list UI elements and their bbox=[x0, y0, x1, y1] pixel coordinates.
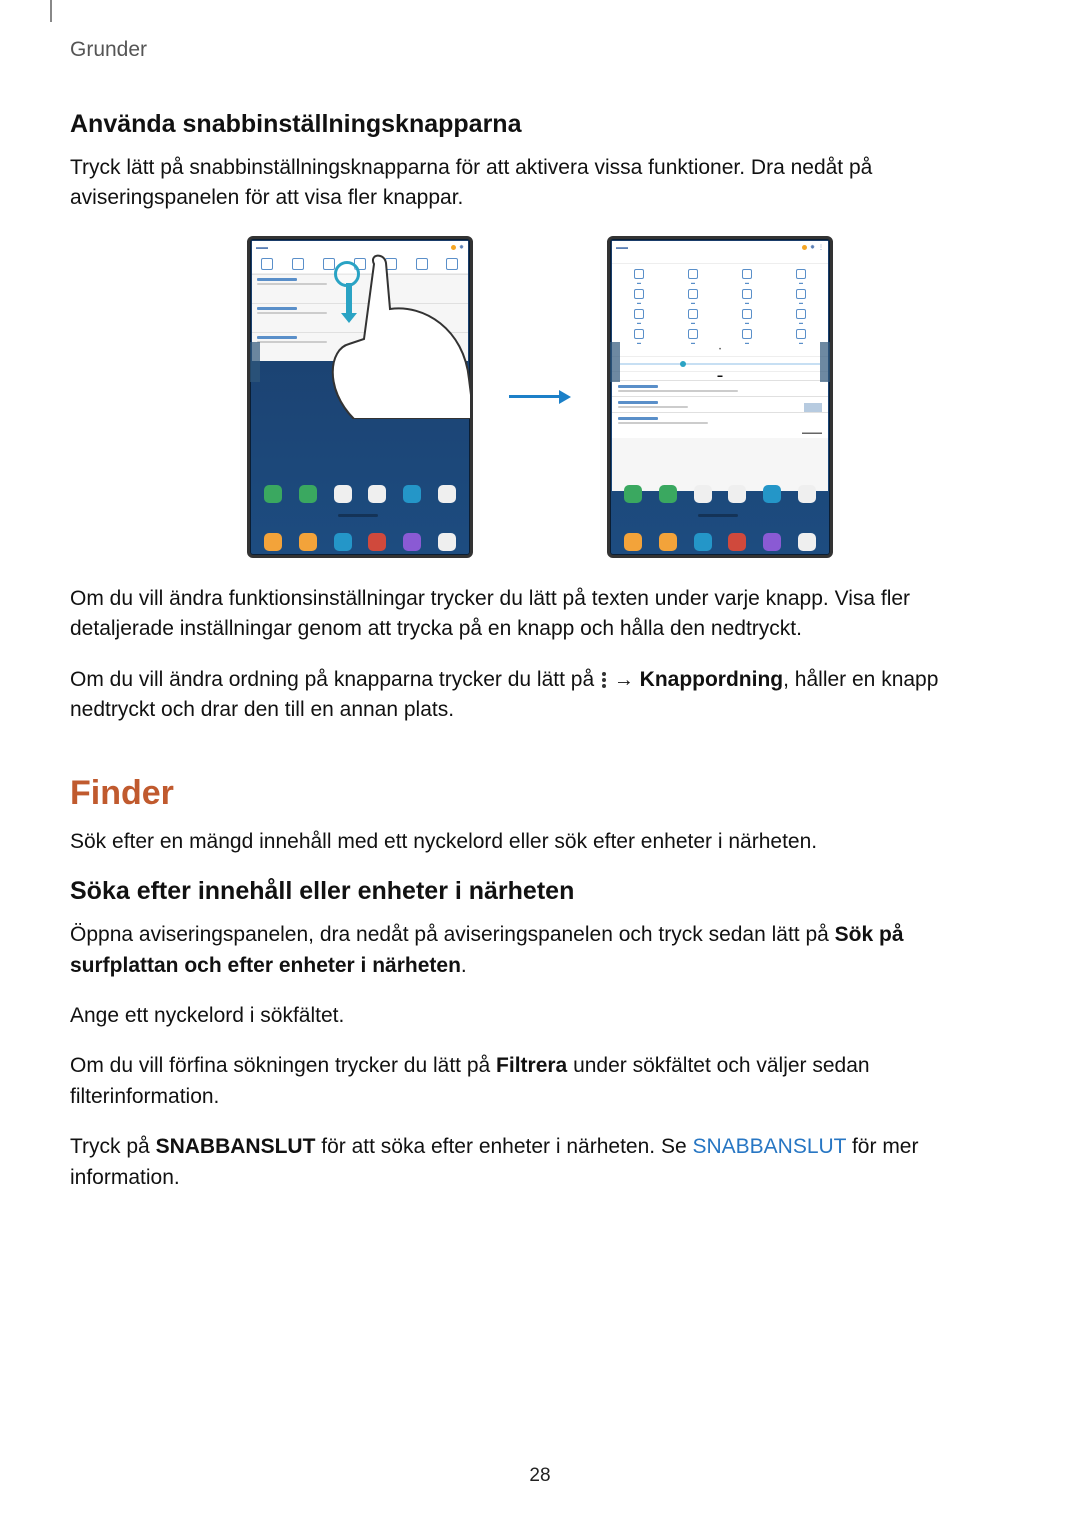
section2-paragraph2: Ange ett nyckelord i sökfältet. bbox=[70, 1001, 1010, 1031]
arrow-inline-icon: → bbox=[614, 666, 634, 695]
more-options-icon bbox=[602, 672, 606, 688]
section2-heading: Söka efter innehåll eller enheter i närh… bbox=[70, 877, 1010, 906]
text-run: för att söka efter enheter i närheten. S… bbox=[315, 1135, 692, 1158]
chapter-header: Grunder bbox=[70, 38, 1010, 62]
figure-row: ▬▬ ✸ bbox=[70, 236, 1010, 558]
section1-paragraph2: Om du vill ändra funktionsinställningar … bbox=[70, 584, 1010, 645]
section2-paragraph3: Om du vill förfina sökningen trycker du … bbox=[70, 1051, 1010, 1112]
text-run: Tryck på bbox=[70, 1135, 156, 1158]
device-after: ▬▬ ✸⋮ ▬ ▬ ▬ ▬ ▬ ▬ ▬ bbox=[607, 236, 833, 558]
section2-paragraph4: Tryck på SNABBANSLUT för att söka efter … bbox=[70, 1132, 1010, 1193]
device-before: ▬▬ ✸ bbox=[247, 236, 473, 558]
section1-paragraph3: Om du vill ändra ordning på knapparna tr… bbox=[70, 665, 1010, 726]
snabbanslut-link[interactable]: SNABBANSLUT bbox=[692, 1135, 846, 1158]
page-number: 28 bbox=[0, 1465, 1080, 1487]
bold-label: Knappordning bbox=[640, 668, 783, 691]
text-run: Om du vill ändra ordning på knapparna tr… bbox=[70, 668, 600, 691]
bold-label: SNABBANSLUT bbox=[156, 1135, 316, 1158]
finder-intro: Sök efter en mängd innehåll med ett nyck… bbox=[70, 827, 1010, 857]
arrow-right-icon bbox=[509, 390, 571, 404]
section1-paragraph1: Tryck lätt på snabbinställningsknapparna… bbox=[70, 153, 1010, 214]
text-run: Öppna aviseringspanelen, dra nedåt på av… bbox=[70, 923, 835, 946]
bold-label: Filtrera bbox=[496, 1054, 567, 1077]
finder-heading: Finder bbox=[70, 774, 1010, 813]
text-run: . bbox=[461, 954, 467, 977]
text-run: Om du vill förfina sökningen trycker du … bbox=[70, 1054, 496, 1077]
section1-heading: Använda snabbinställningsknapparna bbox=[70, 110, 1010, 139]
section2-paragraph1: Öppna aviseringspanelen, dra nedåt på av… bbox=[70, 920, 1010, 981]
